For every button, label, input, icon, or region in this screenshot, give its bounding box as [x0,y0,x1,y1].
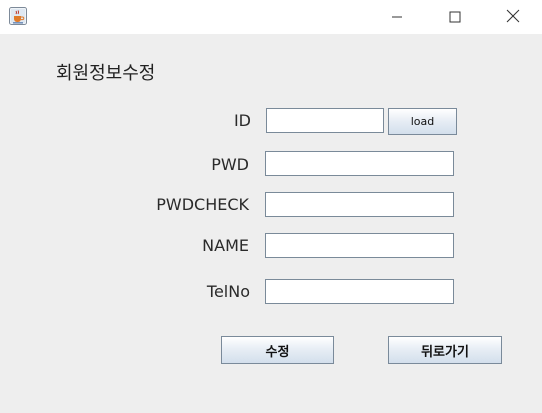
name-field[interactable] [265,233,454,258]
modify-button[interactable]: 수정 [221,336,334,364]
close-button[interactable] [490,0,536,34]
telno-field[interactable] [265,279,454,304]
back-button[interactable]: 뒤로가기 [388,336,502,364]
pwd-field[interactable] [265,151,454,176]
name-label: NAME [202,236,249,255]
java-coffee-icon [9,7,27,25]
maximize-icon [449,8,461,27]
close-icon [506,8,520,27]
pwd-label: PWD [211,155,249,174]
form-panel: 회원정보수정 ID load PWD PWDCHECK NAME TelNo 수… [0,34,542,413]
minimize-icon [391,8,403,27]
minimize-button[interactable] [374,0,420,34]
page-title: 회원정보수정 [56,63,156,84]
load-button[interactable]: load [388,108,457,135]
maximize-button[interactable] [432,0,478,34]
pwdcheck-label: PWDCHECK [156,195,249,214]
pwdcheck-field[interactable] [265,192,454,217]
id-label: ID [233,111,251,130]
id-field[interactable] [266,108,384,133]
title-bar [0,0,542,34]
telno-label: TelNo [206,282,250,301]
